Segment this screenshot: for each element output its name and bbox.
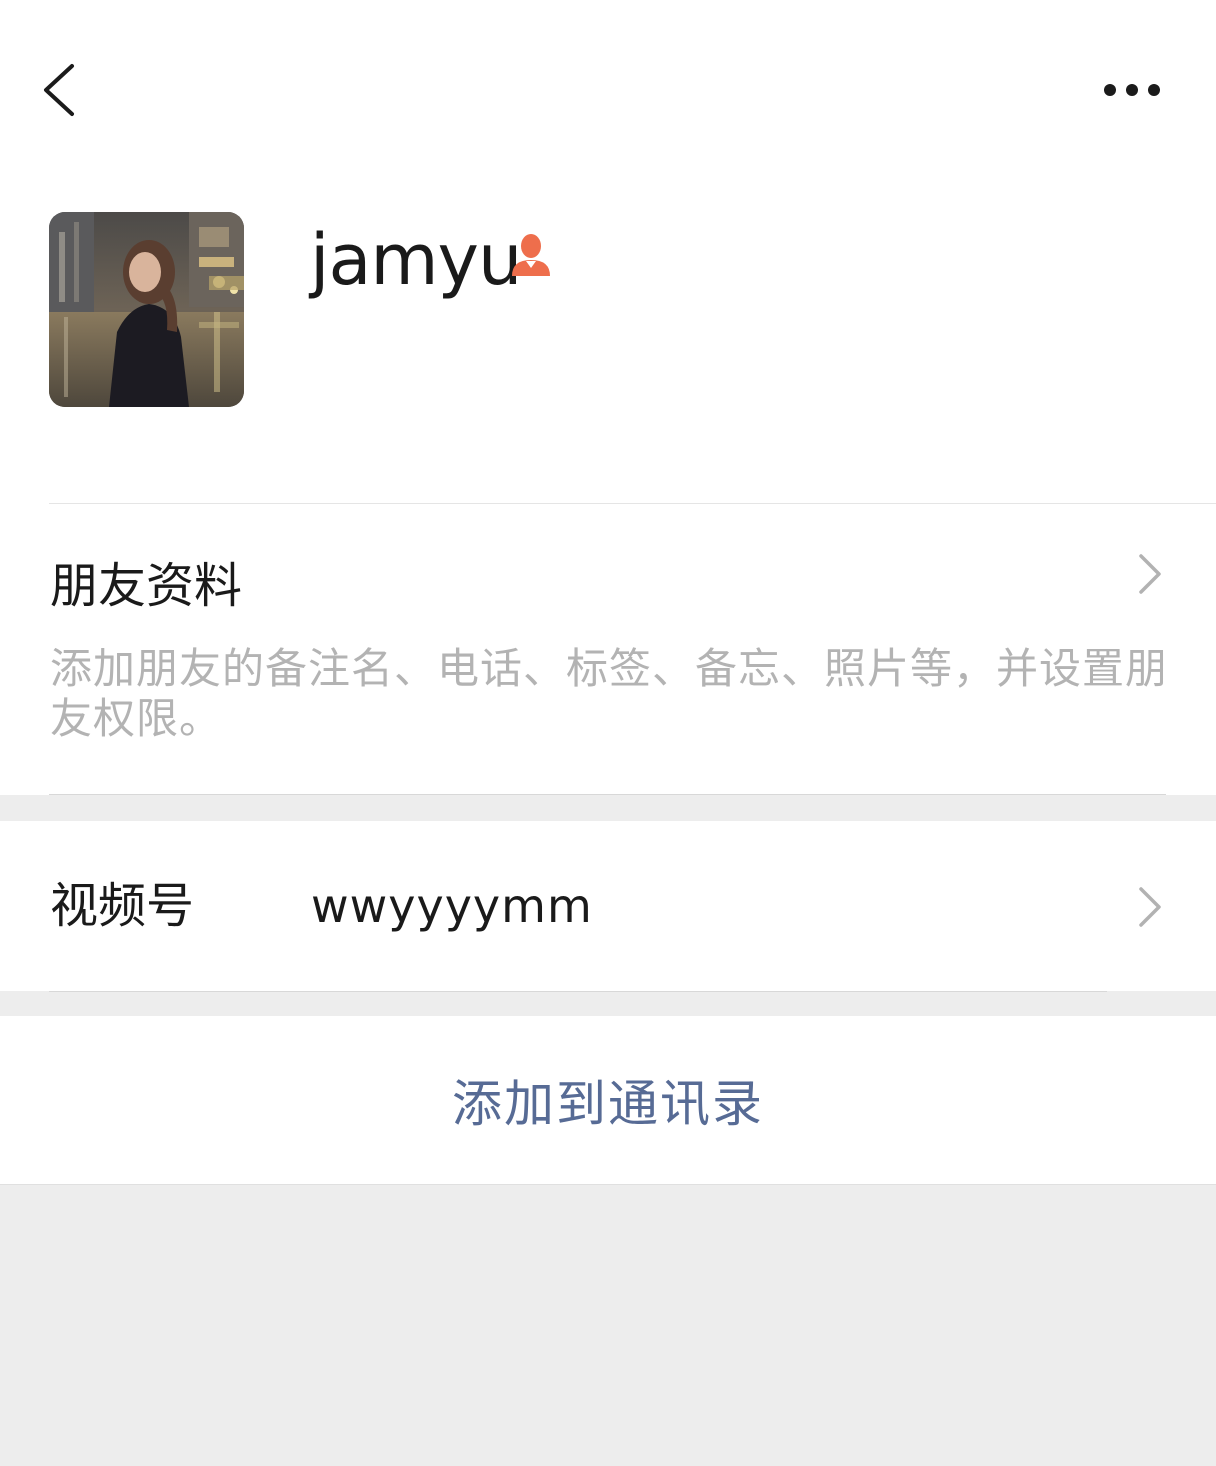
divider — [49, 991, 1107, 992]
more-button[interactable] — [1094, 70, 1170, 110]
avatar[interactable] — [49, 212, 244, 407]
friend-info-row[interactable]: 朋友资料 添加朋友的备注名、电话、标签、备忘、照片等，并设置朋友权限。 — [0, 504, 1216, 794]
avatar-photo — [49, 212, 244, 407]
chevron-left-icon — [44, 64, 74, 116]
friend-info-description: 添加朋友的备注名、电话、标签、备忘、照片等，并设置朋友权限。 — [50, 644, 1169, 743]
more-horizontal-icon — [1126, 84, 1138, 96]
nickname: jamyu — [310, 219, 522, 301]
chevron-right-icon — [1139, 887, 1161, 927]
more-horizontal-icon — [1104, 84, 1116, 96]
friend-info-title: 朋友资料 — [50, 558, 243, 614]
divider — [49, 794, 1166, 795]
add-to-contacts-button[interactable]: 添加到通讯录 — [0, 1016, 1216, 1184]
chevron-right-icon — [1139, 554, 1161, 594]
contact-profile-screen: jamyu 朋友资料 添加朋友的备注名、电话、标签、备忘、照片等，并设置朋友权限… — [0, 0, 1216, 1466]
add-contact-section: 添加到通讯录 — [0, 1016, 1216, 1185]
back-button[interactable] — [30, 58, 90, 122]
more-horizontal-icon — [1148, 84, 1160, 96]
video-channel-row[interactable]: 视频号 wwyyyymm — [0, 821, 1216, 991]
female-user-icon — [512, 234, 550, 276]
video-channel-value: wwyyyymm — [311, 879, 593, 933]
video-channel-label: 视频号 — [50, 878, 195, 934]
profile-card: jamyu 朋友资料 添加朋友的备注名、电话、标签、备忘、照片等，并设置朋友权限… — [0, 0, 1216, 795]
